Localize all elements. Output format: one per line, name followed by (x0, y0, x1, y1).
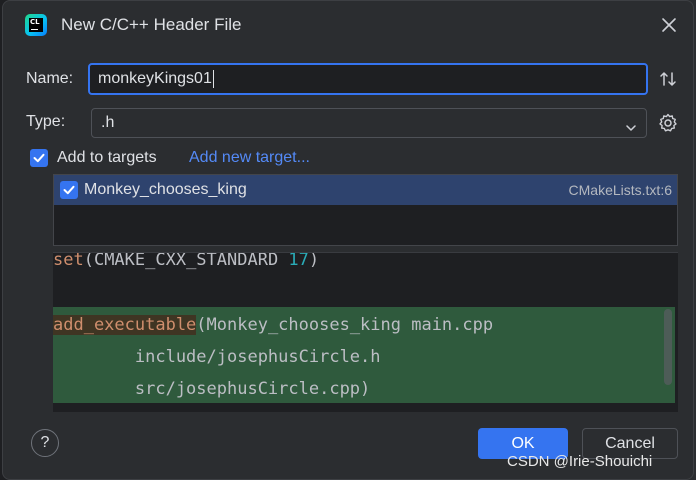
name-input-value: monkeyKings01 (98, 70, 212, 87)
type-label: Type: (26, 113, 66, 130)
dialog-title: New C/C++ Header File (61, 15, 242, 34)
code-scrollbar[interactable] (664, 309, 672, 385)
chevron-down-icon (624, 117, 638, 131)
dialog-titlebar: CL New C/C++ Header File (3, 1, 693, 49)
code-line: set(CMAKE_CXX_STANDARD 17) (53, 252, 320, 270)
add-to-targets-checkbox[interactable] (30, 149, 48, 167)
target-file-location: CMakeLists.txt:6 (568, 182, 672, 198)
type-select[interactable]: .h (91, 108, 647, 138)
add-new-target-link[interactable]: Add new target... (189, 149, 310, 167)
gear-icon[interactable] (657, 112, 679, 134)
list-item[interactable]: Monkey_chooses_king CMakeLists.txt:6 (54, 175, 677, 205)
watermark: CSDN @Irie-Shouichi (507, 453, 653, 470)
code-line: add_executable(Monkey_chooses_king main.… (53, 315, 494, 335)
cmake-code-preview: set(CMAKE_CXX_STANDARD 17) add_executabl… (53, 252, 678, 412)
help-button[interactable]: ? (31, 429, 59, 457)
code-line: src/josephusCircle.cpp) (53, 379, 371, 399)
clion-logo-icon: CL (25, 14, 47, 36)
text-caret (212, 69, 214, 88)
target-checkbox[interactable] (60, 181, 78, 199)
logo-text: CL (30, 18, 40, 26)
target-name: Monkey_chooses_king (84, 181, 247, 198)
name-label: Name: (26, 70, 74, 87)
sort-icon[interactable] (658, 69, 678, 89)
close-icon[interactable] (657, 13, 681, 37)
targets-list: Monkey_chooses_king CMakeLists.txt:6 (53, 174, 678, 246)
name-input[interactable]: monkeyKings01 (88, 63, 648, 95)
new-header-file-dialog: CL New C/C++ Header File Name: monkeyKin… (2, 0, 694, 480)
code-line: include/josephusCircle.h (53, 347, 381, 367)
type-select-value: .h (101, 114, 115, 131)
add-to-targets-label[interactable]: Add to targets (57, 149, 157, 167)
